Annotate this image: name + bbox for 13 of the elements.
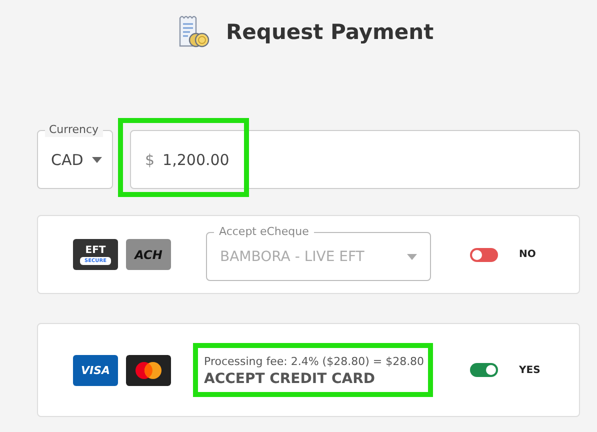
caret-icon — [407, 254, 417, 260]
method-label: ACCEPT CREDIT CARD — [204, 371, 376, 387]
amount-field[interactable]: $ 1,200.00 — [130, 130, 580, 189]
mastercard-icon — [126, 354, 171, 386]
ach-badge: ACH — [126, 239, 171, 270]
currency-select[interactable]: Currency CAD — [37, 123, 113, 189]
toggle-state: NO — [519, 249, 536, 260]
caret-icon — [92, 156, 102, 162]
toggle-state: YES — [519, 364, 540, 376]
receipt-coins-icon — [178, 16, 210, 48]
toggle-switch[interactable] — [470, 363, 498, 377]
visa-badge: VISA — [73, 354, 118, 386]
page-title: Request Payment — [226, 20, 434, 44]
